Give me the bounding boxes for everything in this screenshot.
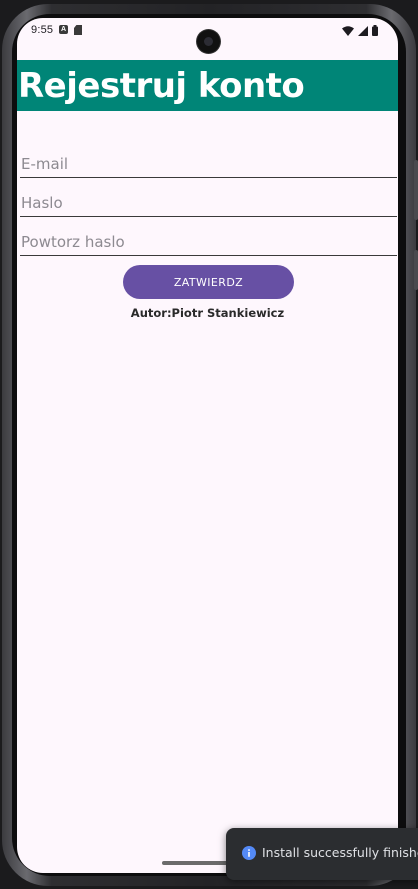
front-camera: [197, 30, 220, 53]
page-title: Rejestruj konto: [18, 66, 305, 106]
submit-button[interactable]: ZATWIERDZ: [123, 265, 294, 299]
password-field[interactable]: [20, 186, 397, 217]
signal-icon: [358, 25, 368, 36]
emulator-device: 9:55 A Rejestruj konto E-mail ZATWIERDZ …: [0, 0, 418, 889]
email-field[interactable]: [20, 147, 397, 178]
power-button[interactable]: [414, 250, 418, 290]
status-time: 9:55: [31, 24, 54, 36]
wifi-icon: [342, 25, 354, 36]
password-input[interactable]: [20, 191, 391, 215]
install-toast[interactable]: Install successfully finished: [226, 828, 418, 880]
repeat-password-field[interactable]: [20, 225, 397, 256]
repeat-password-input[interactable]: [20, 230, 391, 254]
volume-button[interactable]: [414, 160, 418, 220]
info-icon: [242, 846, 256, 860]
notification-a-icon: A: [59, 25, 68, 34]
battery-icon: [372, 25, 378, 36]
author-label: Autor:Piotr Stankiewicz: [130, 306, 285, 320]
toast-message: Install successfully finished: [262, 845, 418, 860]
app-screen: 9:55 A Rejestruj konto E-mail ZATWIERDZ …: [17, 18, 398, 873]
app-bar: Rejestruj konto: [17, 60, 398, 111]
email-input[interactable]: [20, 152, 391, 176]
sd-card-icon: [74, 25, 82, 35]
